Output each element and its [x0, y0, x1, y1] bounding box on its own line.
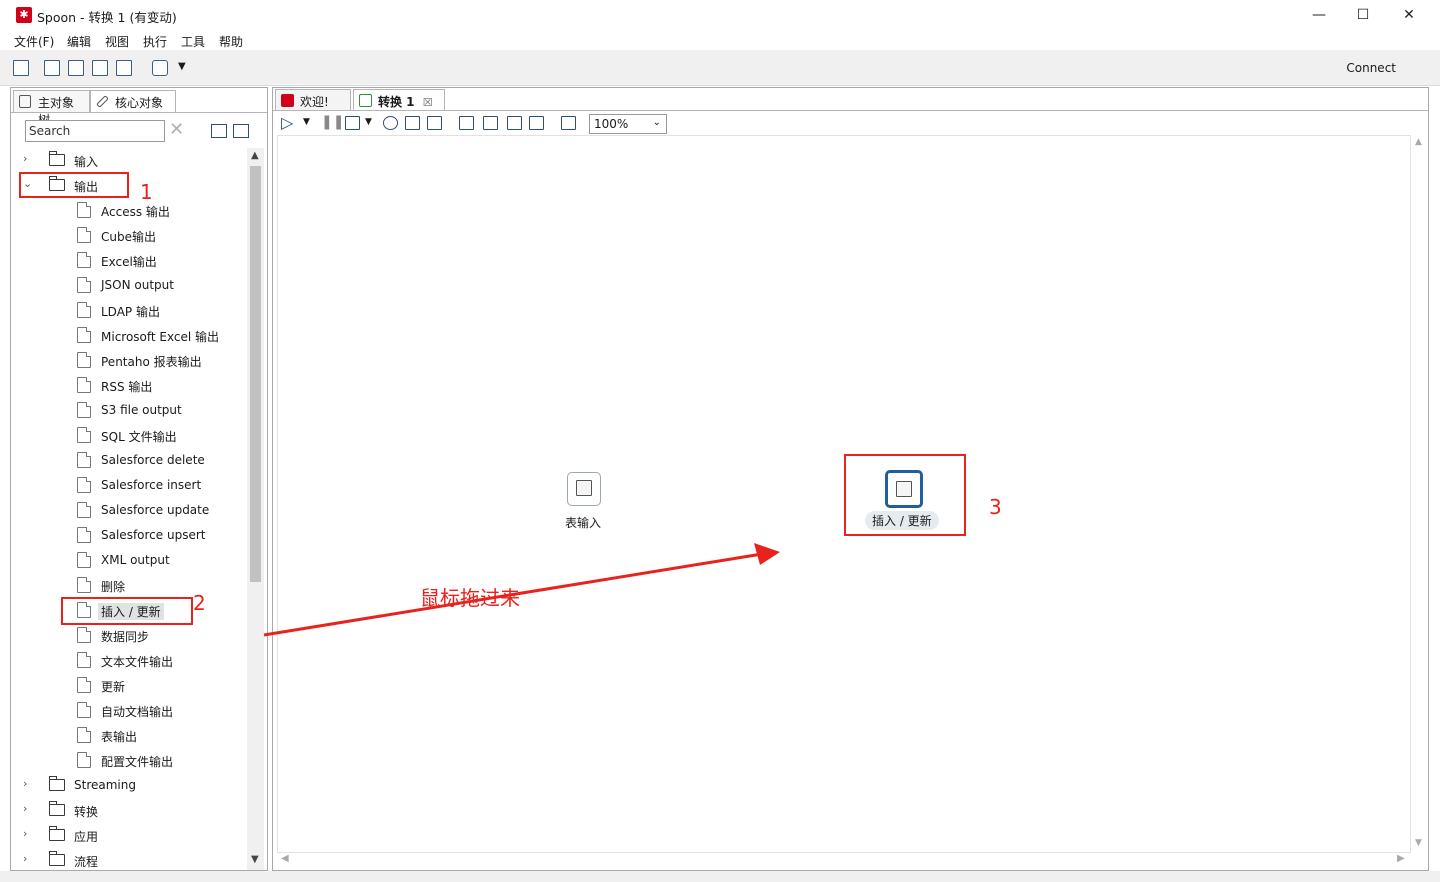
drag-arrow-line [263, 552, 763, 637]
drag-arrow-head [754, 543, 780, 565]
window-bottom-edge [0, 871, 1440, 882]
annotation-drag-arrow [263, 543, 780, 637]
